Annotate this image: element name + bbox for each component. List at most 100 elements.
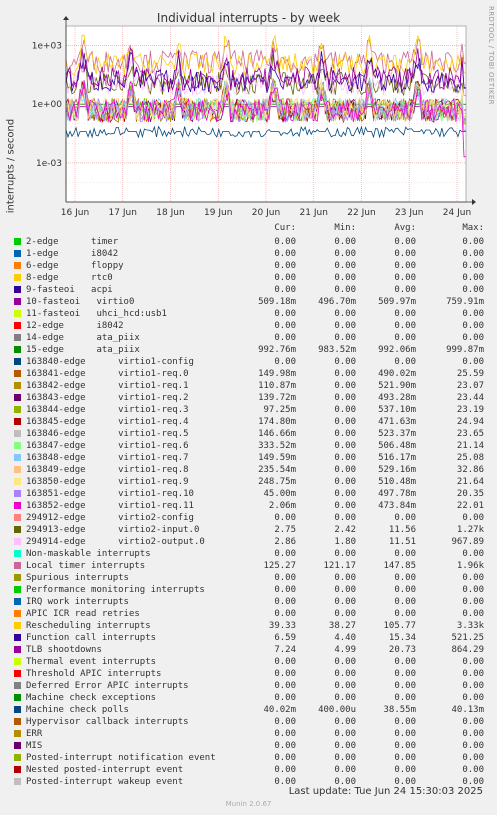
legend-avg-value: 471.63m xyxy=(378,417,416,427)
legend-series-name: 163841-edge virtio1-req.0 xyxy=(26,369,189,379)
legend-max-value: 1.27k xyxy=(456,525,484,535)
legend-avg-value: 0.00 xyxy=(394,333,416,343)
legend-swatch xyxy=(14,586,21,593)
legend-row: 163850-edge virtio1-req.9 248.75m 0.00 510.… xyxy=(14,476,494,488)
legend-series-name: MIS xyxy=(26,741,43,751)
legend-row: ERR 0.00 0.00 0.00 0.00 xyxy=(14,728,494,740)
legend-avg-value: 509.97m xyxy=(378,297,416,307)
legend-row: Function call interrupts 6.59 4.40 15.34 521… xyxy=(14,632,494,644)
legend-max-value: 23.44 xyxy=(456,393,484,403)
legend-swatch xyxy=(14,634,21,641)
legend-series-name: 163844-edge virtio1-req.3 xyxy=(26,405,189,415)
legend-swatch xyxy=(14,430,21,437)
legend-max-value: 23.65 xyxy=(456,429,484,439)
legend-max-value: 23.07 xyxy=(456,381,484,391)
legend-row: 6-edge floppy 0.00 0.00 0.00 0.00 xyxy=(14,260,494,272)
legend-series-name: Machine check exceptions xyxy=(26,693,157,703)
legend-series-name: Function call interrupts xyxy=(26,633,157,643)
x-tick-label: 21 Jun xyxy=(300,208,328,218)
legend-avg-value: 0.00 xyxy=(394,321,416,331)
legend-max-value: 0.00 xyxy=(462,513,484,523)
legend-max-value: 3.33k xyxy=(456,621,484,631)
legend-max-value: 0.00 xyxy=(462,309,484,319)
legend-max-value: 40.13m xyxy=(451,705,484,715)
legend-avg-value: 0.00 xyxy=(394,573,416,583)
legend-series-name: Posted-interrupt notification event xyxy=(26,753,216,763)
legend-swatch xyxy=(14,550,21,557)
legend-max-value: 999.87m xyxy=(446,345,484,355)
legend-row: 11-fasteoi uhci_hcd:usb1 0.00 0.00 0.00 0.00 xyxy=(14,308,494,320)
legend-avg-value: 0.00 xyxy=(394,249,416,259)
legend-avg-value: 510.48m xyxy=(378,477,416,487)
legend-max-value: 0.00 xyxy=(462,609,484,619)
legend-avg-value: 0.00 xyxy=(394,261,416,271)
legend-row: 163852-edge virtio1-req.11 2.06m 0.00 473.8… xyxy=(14,500,494,512)
legend-avg-value: 147.85 xyxy=(383,561,416,571)
legend-series-name: TLB shootdowns xyxy=(26,645,102,655)
y-tick-label: 1e-03 xyxy=(36,159,62,169)
legend-avg-value: 0.00 xyxy=(394,717,416,727)
legend-series-name: ERR xyxy=(26,729,43,739)
legend-max-value: 0.00 xyxy=(462,549,484,559)
legend-row: 163845-edge virtio1-req.4 174.80m 0.00 471.… xyxy=(14,416,494,428)
legend-row: Machine check polls 40.02m 400.00u 38.55m 40… xyxy=(14,704,494,716)
legend-series-name: 163847-edge virtio1-req.6 xyxy=(26,441,189,451)
legend-swatch xyxy=(14,274,21,281)
legend-row: Performance monitoring interrupts 0.00 0.0… xyxy=(14,584,494,596)
legend-row: 12-edge i8042 0.00 0.00 0.00 0.00 xyxy=(14,320,494,332)
legend-row: 9-fasteoi acpi 0.00 0.00 0.00 0.00 xyxy=(14,284,494,296)
legend-row: 294913-edge virtio2-input.0 2.75 2.42 11.56… xyxy=(14,524,494,536)
legend-row: Local timer interrupts 125.27 121.17 147.85… xyxy=(14,560,494,572)
legend-swatch xyxy=(14,742,21,749)
legend-swatch xyxy=(14,490,21,497)
legend-series-name: 163850-edge virtio1-req.9 xyxy=(26,477,189,487)
legend-avg-value: 0.00 xyxy=(394,237,416,247)
legend-max-value: 864.29 xyxy=(451,645,484,655)
legend-swatch xyxy=(14,262,21,269)
legend-row: Non-maskable interrupts 0.00 0.00 0.00 0.00 xyxy=(14,548,494,560)
legend-max-value: 0.00 xyxy=(462,261,484,271)
legend-avg-value: 0.00 xyxy=(394,513,416,523)
legend-series-name: APIC ICR read retries xyxy=(26,609,140,619)
legend-series-name: Spurious interrupts xyxy=(26,573,129,583)
legend-swatch xyxy=(14,622,21,629)
x-tick-label: 20 Jun xyxy=(252,208,280,218)
legend-swatch xyxy=(14,718,21,725)
legend-row: 163848-edge virtio1-req.7 149.59m 0.00 516.… xyxy=(14,452,494,464)
legend-row: 294914-edge virtio2-output.0 2.86 1.80 11.5… xyxy=(14,536,494,548)
legend-swatch xyxy=(14,358,21,365)
legend-max-value: 23.19 xyxy=(456,405,484,415)
legend-header-row: Cur: Min: Avg: Max: xyxy=(14,222,494,234)
legend-max-value: 0.00 xyxy=(462,321,484,331)
legend-row: 163846-edge virtio1-req.5 146.66m 0.00 523.… xyxy=(14,428,494,440)
legend-series-name: 163843-edge virtio1-req.2 xyxy=(26,393,189,403)
legend-avg-value: 473.84m xyxy=(378,501,416,511)
legend-max-value: 521.25 xyxy=(451,633,484,643)
legend-avg-value: 506.48m xyxy=(378,441,416,451)
legend-max-value: 0.00 xyxy=(462,357,484,367)
legend-swatch xyxy=(14,478,21,485)
legend-avg-value: 0.00 xyxy=(394,753,416,763)
x-tick-label: 23 Jun xyxy=(395,208,423,218)
legend-max-value: 0.00 xyxy=(462,765,484,775)
munin-version: Munin 2.0.67 xyxy=(225,800,272,808)
legend-max-value: 0.00 xyxy=(462,249,484,259)
legend-row: 163842-edge virtio1-req.1 110.87m 0.00 521.… xyxy=(14,380,494,392)
last-update: Last update: Tue Jun 24 15:30:03 2025 xyxy=(288,786,483,797)
legend-series-name: 163852-edge virtio1-req.11 xyxy=(26,501,194,511)
legend-swatch xyxy=(14,766,21,773)
legend-avg-value: 11.51 xyxy=(388,537,416,547)
legend-max-value: 0.00 xyxy=(462,333,484,343)
legend-swatch xyxy=(14,610,21,617)
legend-swatch xyxy=(14,646,21,653)
legend-avg-value: 0.00 xyxy=(394,741,416,751)
legend-row: Nested posted-interrupt event 0.00 0.00 0.0… xyxy=(14,764,494,776)
x-tick-label: 22 Jun xyxy=(347,208,375,218)
legend-series-name: 294914-edge virtio2-output.0 xyxy=(26,537,205,547)
legend-swatch xyxy=(14,538,21,545)
legend-series-name: 294913-edge virtio2-input.0 xyxy=(26,525,200,535)
legend-series-name: 14-edge ata_piix xyxy=(26,333,140,343)
legend-max-value: 24.94 xyxy=(456,417,484,427)
legend-row: 163847-edge virtio1-req.6 333.52m 0.00 506.… xyxy=(14,440,494,452)
x-tick-label: 17 Jun xyxy=(109,208,137,218)
